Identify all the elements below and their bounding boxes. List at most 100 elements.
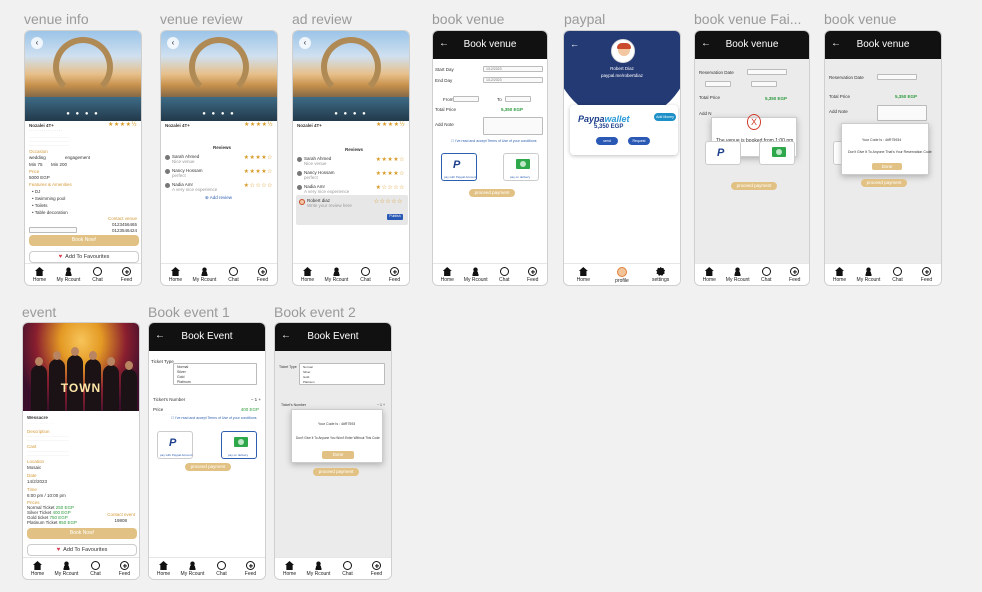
paypal-option[interactable]: P	[705, 141, 741, 165]
nav-feed[interactable]: Feed	[363, 561, 391, 577]
proceed-payment-button[interactable]: proceed payment	[185, 463, 231, 471]
request-button[interactable]: Request	[628, 137, 650, 145]
back-icon[interactable]: ‹	[299, 37, 311, 49]
paypal-option[interactable]: P pay with Paypal Account	[441, 153, 477, 181]
heart-icon: ♥	[56, 547, 61, 553]
proceed-payment-button[interactable]: proceed payment	[861, 179, 907, 187]
done-button[interactable]: Done	[322, 451, 354, 459]
start-day-input[interactable]: 1/12/2023	[483, 66, 543, 72]
reservation-date-input[interactable]	[877, 74, 917, 80]
publish-button[interactable]: Publish	[387, 214, 403, 220]
nav-home[interactable]: Home	[276, 561, 304, 577]
nav-chat[interactable]: Chat	[82, 561, 110, 577]
proceed-payment-button[interactable]: proceed payment	[731, 182, 777, 190]
back-icon[interactable]: ‹	[167, 37, 179, 49]
nav-feed[interactable]: Feed	[381, 267, 409, 283]
ticket-type-dropdown[interactable]: Normal Silver Gold Platinum	[173, 363, 257, 385]
add-money-button[interactable]: Add Money	[654, 113, 676, 121]
home-icon	[285, 561, 294, 570]
add-to-favourites-button[interactable]: ♥ Add To Favourites	[29, 251, 139, 263]
nav-chat[interactable]: Chat	[352, 267, 380, 283]
nav-chat[interactable]: Chat	[220, 267, 248, 283]
proceed-payment-button[interactable]: proceed payment	[313, 468, 359, 476]
end-day-input[interactable]: 1/12/2023	[483, 77, 543, 83]
nav-chat[interactable]: Chat	[84, 267, 112, 283]
contact-event-link[interactable]: Contact event	[107, 512, 135, 518]
add-note-label: Add Note	[435, 122, 454, 127]
nav-home[interactable]: Home	[695, 267, 723, 283]
add-review-link[interactable]: ⊕ Add review	[205, 195, 232, 201]
contact-venue-link[interactable]: Contact venue	[108, 216, 137, 222]
nav-home[interactable]: Home	[150, 561, 178, 577]
ticket-type-option[interactable]: Platinum	[303, 380, 315, 385]
nav-profile[interactable]: profile	[608, 267, 636, 284]
nav-account[interactable]: My Rcount	[191, 267, 219, 283]
tickets-stepper[interactable]: − 1 +	[251, 397, 261, 403]
wallet-card: Paypawallet 5,350 EGP Add Money send Req…	[570, 105, 678, 155]
bottom-nav: Home My Rcount Chat Feed	[25, 263, 141, 285]
nav-feed[interactable]: Feed	[113, 267, 141, 283]
proceed-payment-button[interactable]: proceed payment	[469, 189, 515, 197]
paypal-option[interactable]: P pay with Paypal Account	[157, 431, 193, 459]
top-bar: ← Book venue	[825, 31, 941, 59]
cash-option[interactable]	[759, 141, 795, 165]
nav-home[interactable]: Home	[24, 561, 52, 577]
add-note-textarea[interactable]	[877, 105, 927, 121]
done-button[interactable]: Done	[872, 163, 902, 170]
nav-home[interactable]: Home	[26, 267, 54, 283]
nav-chat[interactable]: Chat	[884, 267, 912, 283]
nav-feed[interactable]: Feed	[913, 267, 941, 283]
terms-checkbox[interactable]: ☐ I've read and accept Terms of Use of y…	[171, 416, 256, 422]
nav-account[interactable]: My Rcount	[462, 267, 490, 283]
nav-settings[interactable]: settings	[647, 267, 675, 283]
to-time-select[interactable]	[505, 96, 531, 102]
nav-account[interactable]: My Rcount	[323, 267, 351, 283]
send-button[interactable]: send	[596, 137, 618, 145]
nav-feed[interactable]: Feed	[519, 267, 547, 283]
ticket-type-dropdown[interactable]: Normal Silver Gold Platinum	[299, 363, 385, 385]
nav-feed[interactable]: Feed	[249, 267, 277, 283]
reservation-date-input[interactable]	[747, 69, 787, 75]
tickets-stepper[interactable]: − 1 +	[377, 403, 385, 409]
poster-title: TOWN	[60, 381, 102, 395]
from-time-select[interactable]	[453, 96, 479, 102]
book-now-button[interactable]: Book Now!	[29, 235, 139, 246]
nav-chat[interactable]: Chat	[208, 561, 236, 577]
back-arrow-icon[interactable]: ←	[570, 39, 579, 49]
nav-account[interactable]: My Rcount	[55, 267, 83, 283]
nav-home[interactable]: Home	[433, 267, 461, 283]
nav-chat[interactable]: Chat	[334, 561, 362, 577]
new-review-input[interactable]: Write your review here	[307, 203, 352, 209]
nav-chat[interactable]: Chat	[490, 267, 518, 283]
terms-checkbox[interactable]: ☐ I've read and accept Terms of Use of y…	[451, 139, 536, 145]
from-time-select[interactable]	[705, 81, 731, 87]
new-review-stars[interactable]: ☆☆☆☆☆	[374, 198, 403, 205]
book-now-button[interactable]: Book Now!	[27, 528, 137, 539]
location-label: Location	[27, 459, 45, 464]
back-icon[interactable]: ‹	[31, 37, 43, 49]
user-icon	[200, 267, 209, 276]
add-note-textarea[interactable]	[483, 117, 543, 135]
nav-home[interactable]: Home	[569, 267, 597, 283]
nav-account[interactable]: My Rcount	[179, 561, 207, 577]
cash-option[interactable]: pay on delivery	[221, 431, 257, 459]
nav-account[interactable]: My Rcount	[724, 267, 752, 283]
ticket-type-option[interactable]: Platinum	[177, 380, 191, 385]
nav-feed[interactable]: Feed	[781, 267, 809, 283]
nav-feed[interactable]: Feed	[111, 561, 139, 577]
plus-icon	[258, 267, 267, 276]
nav-account[interactable]: My Rcount	[53, 561, 81, 577]
chat-icon	[361, 267, 370, 276]
add-to-favourites-button[interactable]: ♥ Add To Favourites	[27, 544, 137, 556]
cash-option[interactable]: pay on delivery	[503, 153, 539, 181]
to-time-select[interactable]	[751, 81, 777, 87]
nav-feed[interactable]: Feed	[237, 561, 265, 577]
nav-home[interactable]: Home	[294, 267, 322, 283]
nav-chat[interactable]: Chat	[752, 267, 780, 283]
nav-home[interactable]: Home	[826, 267, 854, 283]
nav-home[interactable]: Home	[162, 267, 190, 283]
end-day-label: End Day	[435, 78, 453, 83]
nav-account[interactable]: My Rcount	[305, 561, 333, 577]
page-title: Book Event	[181, 331, 233, 342]
nav-account[interactable]: My Rcount	[855, 267, 883, 283]
